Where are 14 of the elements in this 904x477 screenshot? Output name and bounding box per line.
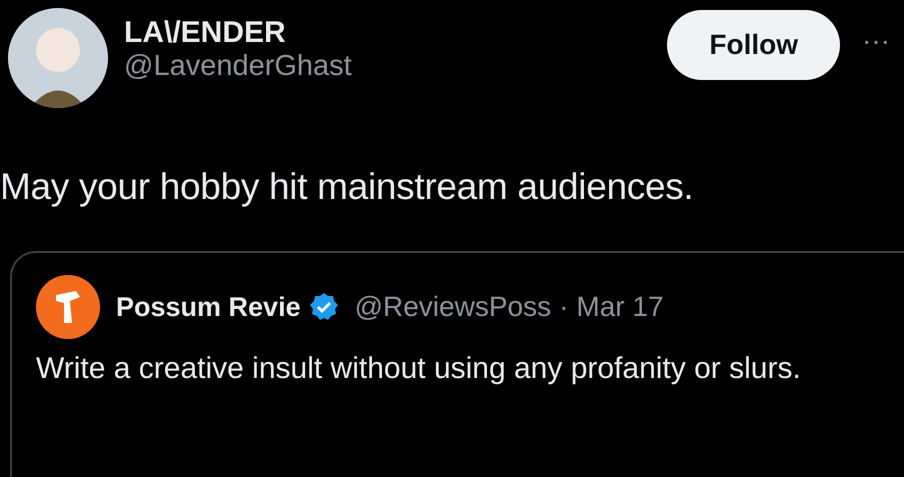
quoted-tweet-card[interactable]: Possum Revie @ReviewsPoss · Mar 17 Write a creative insult without using any profanity or slurs. (10, 251, 904, 477)
tweet-text: May your hobby hit mainstream audiences. (0, 165, 694, 209)
quoted-author-handle: @ReviewsPoss (354, 290, 552, 324)
quoted-author-name: Possum Revie (116, 291, 301, 324)
more-menu[interactable]: ··· (862, 20, 890, 62)
follow-button[interactable]: Follow (667, 10, 840, 80)
verified-badge-icon (308, 292, 339, 322)
avatar-icon (36, 275, 100, 340)
author-handle: @LavenderGhast (124, 49, 353, 84)
separator-dot: · (559, 290, 568, 324)
avatar-icon (8, 8, 108, 108)
quoted-tweet-text: Write a creative insult without using any profanity or slurs. (36, 351, 802, 388)
author-name: LA\/ENDER (124, 16, 287, 49)
quoted-date: Mar 17 (576, 290, 664, 324)
